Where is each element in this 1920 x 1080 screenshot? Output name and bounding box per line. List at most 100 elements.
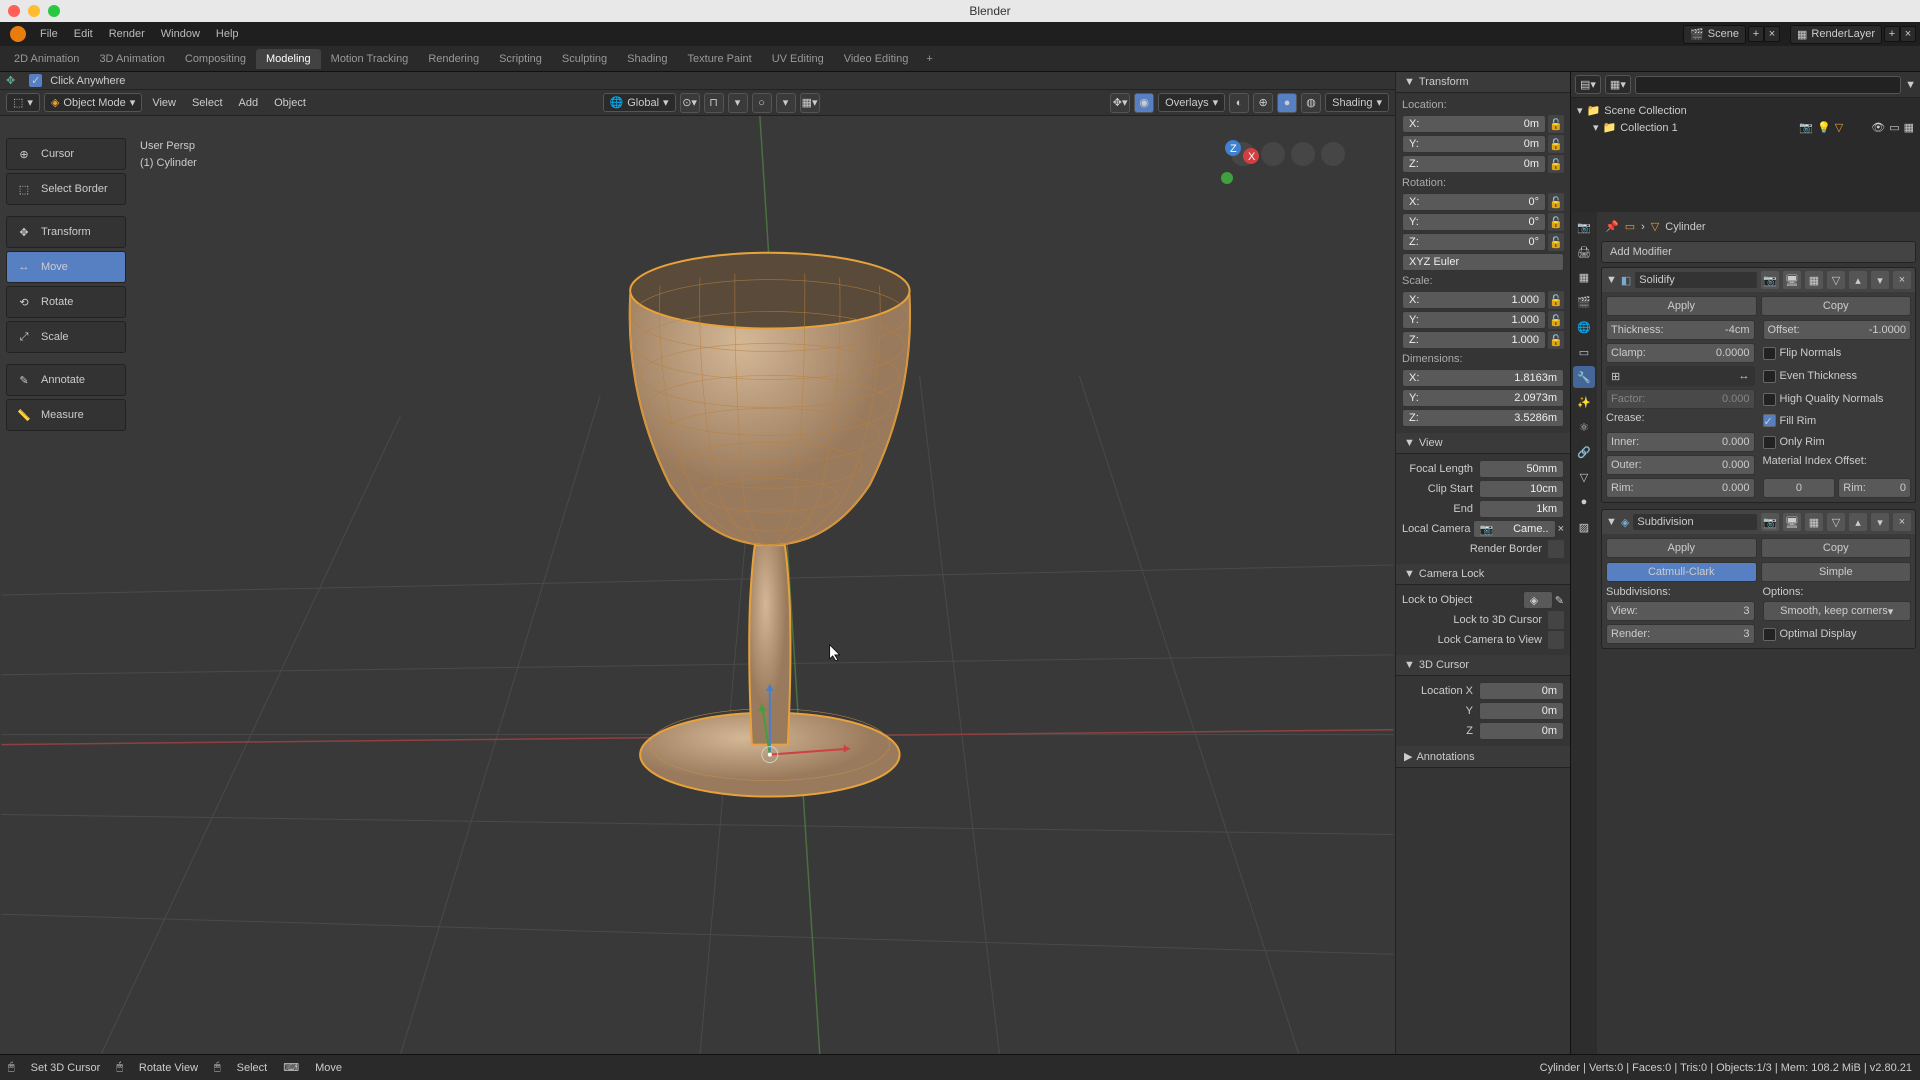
lock-rot-x[interactable]: 🔓 (1548, 193, 1564, 211)
shading-solid[interactable]: ● (1277, 93, 1297, 113)
menu-help[interactable]: Help (208, 28, 247, 40)
lock-to-object[interactable]: ◈ (1523, 591, 1553, 609)
camlock-header[interactable]: ▼ Camera Lock (1396, 564, 1570, 585)
menu-file[interactable]: File (32, 28, 66, 40)
close-button[interactable] (8, 5, 20, 17)
ptab-output[interactable]: 🖨 (1573, 241, 1595, 263)
mod-delete[interactable]: × (1893, 271, 1911, 289)
snap-dropdown[interactable]: ▾ (728, 93, 748, 113)
lock-obj-eyedrop[interactable]: ✎ (1555, 594, 1564, 607)
layer-new-button[interactable]: + (1884, 26, 1900, 42)
ptab-world[interactable]: 🌐 (1573, 316, 1595, 338)
ptab-modifier[interactable]: 🔧 (1573, 366, 1595, 388)
mat-rim-val[interactable]: Rim:0 (1838, 478, 1911, 498)
ptab-constraint[interactable]: 🔗 (1573, 441, 1595, 463)
ptab-texture[interactable]: ▨ (1573, 516, 1595, 538)
menu-window[interactable]: Window (153, 28, 208, 40)
collections-visibility[interactable]: ▦▾ (800, 93, 820, 113)
thickness-field[interactable]: Thickness:-4cm (1606, 320, 1755, 340)
mat-offset-val[interactable]: 0 (1763, 478, 1836, 498)
vp-menu-view[interactable]: View (146, 97, 182, 109)
mod-delete[interactable]: × (1893, 513, 1911, 531)
offset-field[interactable]: Offset:-1.0000 (1763, 320, 1912, 340)
layer-delete-button[interactable]: × (1900, 26, 1916, 42)
ptab-scene[interactable]: 🎬 (1573, 291, 1595, 313)
crease-inner[interactable]: Inner:0.000 (1606, 432, 1755, 452)
overlay-dropdown[interactable]: Overlays▾ (1158, 93, 1225, 112)
3d-viewport[interactable]: ⊕Cursor⬚Select Border✥Transform↔Move⟲Rot… (0, 116, 1395, 1054)
workspace-tab-uv-editing[interactable]: UV Editing (762, 49, 834, 69)
lock-rot-z[interactable]: 🔓 (1548, 233, 1564, 251)
tool-scale[interactable]: ⤢Scale (6, 321, 126, 353)
scene-new-button[interactable]: + (1748, 26, 1764, 42)
location-x[interactable]: X:0m (1402, 115, 1546, 133)
workspace-tab-rendering[interactable]: Rendering (418, 49, 489, 69)
rotation-mode[interactable]: XYZ Euler (1402, 253, 1564, 271)
workspace-tab-motion-tracking[interactable]: Motion Tracking (321, 49, 419, 69)
tool-annotate[interactable]: ✎Annotate (6, 364, 126, 396)
mod-movedown[interactable]: ▾ (1871, 271, 1889, 289)
menu-render[interactable]: Render (101, 28, 153, 40)
cursor-y[interactable]: 0m (1479, 702, 1564, 720)
workspace-tab-3d-animation[interactable]: 3D Animation (89, 49, 174, 69)
dim-x[interactable]: X:1.8163m (1402, 369, 1564, 387)
shading-wire[interactable]: ⊕ (1253, 93, 1273, 113)
mod-moveup[interactable]: ▴ (1849, 513, 1867, 531)
solidify-apply[interactable]: Apply (1606, 296, 1757, 316)
vp-menu-add[interactable]: Add (233, 97, 265, 109)
mod-editmode-toggle[interactable]: ▦ (1805, 513, 1823, 531)
scale-y[interactable]: Y:1.000 (1402, 311, 1546, 329)
proportional-toggle[interactable]: ○ (752, 93, 772, 113)
orientation-dropdown[interactable]: 🌐Global▾ (603, 93, 676, 112)
mod-render-toggle[interactable]: 📷 (1761, 271, 1779, 289)
workspace-tab-video-editing[interactable]: Video Editing (834, 49, 919, 69)
rotation-x[interactable]: X:0° (1402, 193, 1546, 211)
scene-delete-button[interactable]: × (1764, 26, 1780, 42)
nav-camera[interactable] (1321, 142, 1345, 166)
workspace-tab-scripting[interactable]: Scripting (489, 49, 552, 69)
lock-cam-check[interactable] (1548, 631, 1564, 649)
outliner-search[interactable] (1635, 76, 1901, 94)
editor-type-dropdown[interactable]: ⬚▾ (6, 93, 40, 112)
crumb-object-name[interactable]: Cylinder (1665, 221, 1705, 233)
collapse-icon[interactable]: ▼ (1606, 516, 1617, 528)
ptab-viewlayer[interactable]: ▦ (1573, 266, 1595, 288)
lock-cursor-check[interactable] (1548, 611, 1564, 629)
scale-x[interactable]: X:1.000 (1402, 291, 1546, 309)
mod-display-toggle[interactable]: 🖥 (1783, 513, 1801, 531)
local-camera[interactable]: 📷Came.. (1473, 520, 1556, 538)
lock-loc-z[interactable]: 🔓 (1548, 155, 1564, 173)
nav-pan[interactable] (1291, 142, 1315, 166)
outliner-type[interactable]: ▤▾ (1575, 75, 1601, 94)
invert-vgroup-icon[interactable]: ↔ (1739, 370, 1750, 382)
simple-btn[interactable]: Simple (1761, 562, 1912, 582)
scale-z[interactable]: Z:1.000 (1402, 331, 1546, 349)
uv-smooth-dropdown[interactable]: Smooth, keep corners ▾ (1763, 601, 1912, 621)
lock-scl-y[interactable]: 🔓 (1548, 311, 1564, 329)
overlay-toggle[interactable]: ◉ (1134, 93, 1154, 113)
focal-length[interactable]: 50mm (1479, 460, 1564, 478)
cursor-x[interactable]: 0m (1479, 682, 1564, 700)
lock-rot-y[interactable]: 🔓 (1548, 213, 1564, 231)
tree-scene-collection[interactable]: ▾📁Scene Collection (1575, 102, 1916, 119)
mod-cage-toggle[interactable]: ▽ (1827, 513, 1845, 531)
workspace-tab-sculpting[interactable]: Sculpting (552, 49, 617, 69)
outliner-display[interactable]: ▦▾ (1605, 75, 1631, 94)
location-z[interactable]: Z:0m (1402, 155, 1546, 173)
nav-zoom[interactable] (1261, 142, 1285, 166)
flip-normals-check[interactable]: Flip Normals (1763, 343, 1912, 363)
mod-movedown[interactable]: ▾ (1871, 513, 1889, 531)
mod-moveup[interactable]: ▴ (1849, 271, 1867, 289)
axis-gizmo[interactable]: X Z (1215, 134, 1263, 194)
modifier-name-field[interactable]: Solidify (1635, 272, 1757, 288)
clip-end[interactable]: 1km (1479, 500, 1564, 518)
tool-transform[interactable]: ✥Transform (6, 216, 126, 248)
cursor-z[interactable]: 0m (1479, 722, 1564, 740)
cursor3d-header[interactable]: ▼ 3D Cursor (1396, 655, 1570, 676)
mod-render-toggle[interactable]: 📷 (1761, 513, 1779, 531)
ptab-object[interactable]: ▭ (1573, 341, 1595, 363)
tool-measure[interactable]: 📏Measure (6, 399, 126, 431)
lock-scl-z[interactable]: 🔓 (1548, 331, 1564, 349)
pin-icon[interactable]: 📌 (1605, 220, 1619, 233)
mod-editmode-toggle[interactable]: ▦ (1805, 271, 1823, 289)
